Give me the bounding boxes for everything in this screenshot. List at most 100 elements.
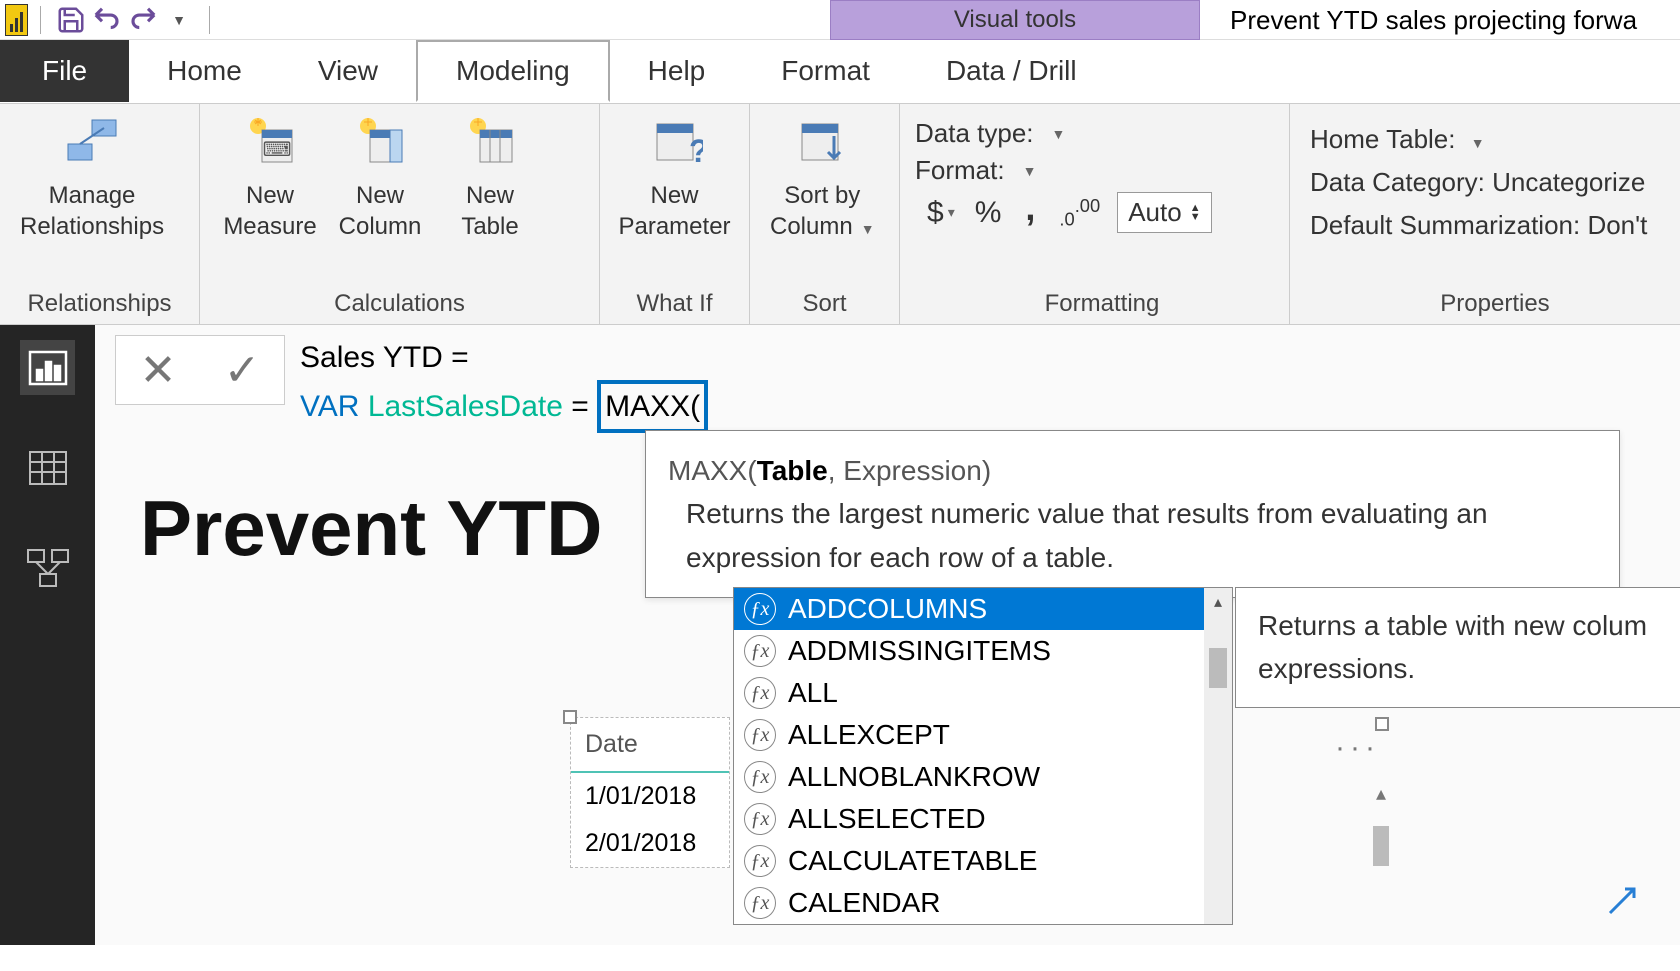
table-row: 2/01/2018 bbox=[571, 820, 729, 867]
function-icon: ƒx bbox=[744, 845, 776, 877]
table-row: 1/01/2018 bbox=[571, 773, 729, 820]
navigation-rail bbox=[0, 325, 95, 945]
intellisense-item[interactable]: ƒxADDMISSINGITEMS bbox=[734, 630, 1232, 672]
model-view-button[interactable] bbox=[20, 540, 75, 595]
separator bbox=[40, 6, 41, 34]
tab-help[interactable]: Help bbox=[610, 40, 744, 102]
tab-file[interactable]: File bbox=[0, 40, 129, 102]
sort-icon bbox=[792, 112, 852, 172]
group-label: Calculations bbox=[200, 286, 599, 324]
parameter-icon: ? bbox=[645, 112, 705, 172]
intellisense-item[interactable]: ƒxALLEXCEPT bbox=[734, 714, 1232, 756]
tab-home[interactable]: Home bbox=[129, 40, 280, 102]
report-view-button[interactable] bbox=[20, 340, 75, 395]
percent-button[interactable]: % bbox=[975, 196, 1002, 230]
new-table-button[interactable]: New Table bbox=[440, 112, 540, 242]
data-view-button[interactable] bbox=[20, 440, 75, 495]
cancel-button[interactable]: ✕ bbox=[140, 345, 177, 396]
tab-format[interactable]: Format bbox=[743, 40, 908, 102]
tab-view[interactable]: View bbox=[280, 40, 416, 102]
more-options-icon[interactable]: ··· bbox=[1335, 731, 1380, 765]
chevron-down-icon[interactable]: ▼ bbox=[1023, 163, 1037, 179]
intellisense-description: Returns a table with new colum expressio… bbox=[1235, 587, 1680, 708]
commit-button[interactable]: ✓ bbox=[224, 345, 261, 396]
decimal-auto-box[interactable]: Auto▲▼ bbox=[1117, 192, 1211, 233]
scroll-up-icon[interactable]: ▴ bbox=[1376, 781, 1386, 806]
intellisense-item[interactable]: ƒxALLNOBLANKROW bbox=[734, 756, 1232, 798]
table-visual[interactable]: Date 1/01/2018 2/01/2018 bbox=[570, 717, 730, 868]
data-category-label[interactable]: Data Category: Uncategorize bbox=[1310, 167, 1680, 198]
selected-visual-handles[interactable]: ··· ▴ bbox=[1235, 721, 1385, 971]
report-text-title: Prevent YTD bbox=[140, 483, 602, 574]
formula-text[interactable]: Sales YTD = VAR LastSalesDate = MAXX( bbox=[300, 335, 708, 433]
chevron-down-icon: ▼ bbox=[861, 221, 875, 237]
intellisense-item[interactable]: ƒxALL bbox=[734, 672, 1232, 714]
button-label: New Table bbox=[461, 180, 518, 242]
new-column-button[interactable]: New Column bbox=[330, 112, 430, 242]
button-label: Manage Relationships bbox=[20, 180, 164, 242]
svg-text:⌨: ⌨ bbox=[263, 139, 292, 161]
intellisense-item[interactable]: ƒxALLSELECTED bbox=[734, 798, 1232, 840]
tab-modeling[interactable]: Modeling bbox=[416, 40, 610, 102]
contextual-tab-visual-tools[interactable]: Visual tools bbox=[830, 0, 1200, 40]
button-label: New Parameter bbox=[618, 180, 730, 242]
intellisense-item[interactable]: ƒxCALCULATETABLE bbox=[734, 840, 1232, 882]
app-logo bbox=[5, 4, 28, 36]
currency-button[interactable]: $ bbox=[927, 196, 944, 230]
tab-data-drill[interactable]: Data / Drill bbox=[908, 40, 1115, 102]
column-icon bbox=[350, 112, 410, 172]
intellisense-popup[interactable]: ƒxADDCOLUMNS ƒxADDMISSINGITEMS ƒxALL ƒxA… bbox=[733, 587, 1233, 925]
separator bbox=[209, 6, 210, 34]
button-label: Sort by Column▼ bbox=[770, 180, 875, 242]
scroll-thumb[interactable] bbox=[1373, 826, 1389, 866]
save-button[interactable] bbox=[53, 2, 89, 38]
function-icon: ƒx bbox=[744, 887, 776, 919]
formula-bar: ✕ ✓ Sales YTD = VAR LastSalesDate = MAXX… bbox=[115, 335, 1670, 410]
format-label: Format: bbox=[915, 155, 1005, 186]
undo-button[interactable] bbox=[89, 2, 125, 38]
intellisense-item[interactable]: ƒxADDCOLUMNS bbox=[734, 588, 1232, 630]
highlighted-token: MAXX( bbox=[597, 380, 708, 433]
table-icon bbox=[460, 112, 520, 172]
signature: MAXX(Table, Expression) bbox=[668, 449, 1597, 492]
document-title: Prevent YTD sales projecting forwa bbox=[1230, 0, 1637, 40]
resize-handle[interactable] bbox=[1375, 717, 1389, 731]
data-type-label: Data type: bbox=[915, 118, 1034, 149]
workspace: ✕ ✓ Sales YTD = VAR LastSalesDate = MAXX… bbox=[0, 325, 1680, 945]
function-icon: ƒx bbox=[744, 677, 776, 709]
chevron-down-icon[interactable]: ▾ bbox=[948, 204, 955, 221]
button-label: New Measure bbox=[223, 180, 316, 242]
measure-icon: ⌨ bbox=[240, 112, 300, 172]
function-icon: ƒx bbox=[744, 761, 776, 793]
redo-button[interactable] bbox=[125, 2, 161, 38]
function-tooltip: MAXX(Table, Expression) Returns the larg… bbox=[645, 430, 1620, 598]
scrollbar[interactable]: ▴ bbox=[1367, 781, 1395, 971]
formula-bar-buttons: ✕ ✓ bbox=[115, 335, 285, 405]
spinner-icon[interactable]: ▲▼ bbox=[1190, 204, 1201, 222]
column-header[interactable]: Date bbox=[571, 718, 729, 773]
function-icon: ƒx bbox=[744, 719, 776, 751]
description: Returns the largest numeric value that r… bbox=[668, 492, 1597, 579]
new-measure-button[interactable]: ⌨ New Measure bbox=[220, 112, 320, 242]
ribbon-tabs: File Home View Modeling Help Format Data… bbox=[0, 40, 1680, 103]
group-label: Formatting bbox=[915, 286, 1289, 324]
intellisense-item[interactable]: ƒxCALENDAR bbox=[734, 882, 1232, 924]
qat-customize[interactable]: ▼ bbox=[161, 2, 197, 38]
share-icon[interactable] bbox=[1604, 883, 1640, 927]
home-table-label: Home Table: bbox=[1310, 124, 1456, 154]
scroll-thumb[interactable] bbox=[1209, 648, 1227, 688]
manage-relationships-button[interactable]: Manage Relationships bbox=[20, 112, 164, 242]
thousands-sep-button[interactable]: , bbox=[1025, 187, 1035, 229]
sort-by-column-button[interactable]: Sort by Column▼ bbox=[770, 112, 875, 242]
decimal-places-icon[interactable]: .0.00 bbox=[1059, 195, 1100, 231]
scroll-up-icon[interactable]: ▴ bbox=[1214, 588, 1222, 616]
new-parameter-button[interactable]: ? New Parameter bbox=[620, 112, 729, 242]
chevron-down-icon[interactable]: ▼ bbox=[1471, 135, 1485, 151]
scrollbar[interactable]: ▴ bbox=[1204, 588, 1232, 924]
resize-handle[interactable] bbox=[563, 710, 577, 724]
group-label: Sort bbox=[750, 286, 899, 324]
function-icon: ƒx bbox=[744, 593, 776, 625]
default-summarization-label[interactable]: Default Summarization: Don't bbox=[1310, 210, 1680, 241]
report-canvas[interactable]: ✕ ✓ Sales YTD = VAR LastSalesDate = MAXX… bbox=[95, 325, 1680, 945]
chevron-down-icon[interactable]: ▼ bbox=[1052, 126, 1066, 142]
